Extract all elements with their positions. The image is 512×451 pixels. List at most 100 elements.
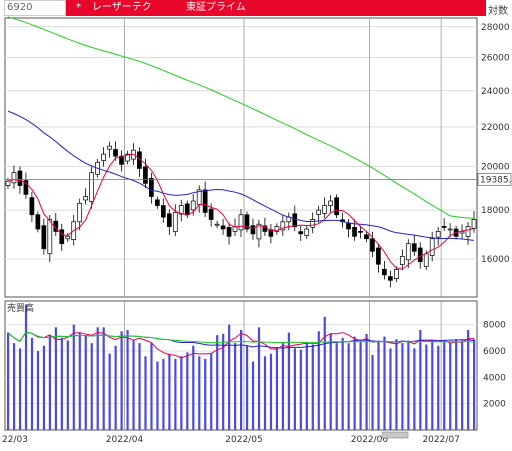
candle-body — [405, 243, 411, 261]
candle-body — [149, 178, 154, 197]
volume-bar — [36, 351, 40, 430]
volume-bar — [437, 345, 440, 430]
candle-body — [29, 197, 35, 216]
volume-bar — [6, 332, 10, 430]
candle-body — [393, 269, 399, 279]
volume-bar — [251, 361, 255, 430]
candle-body — [35, 214, 41, 230]
candle-body — [388, 276, 393, 281]
price-tick-label: 20000 — [481, 162, 510, 172]
volume-bar — [30, 337, 34, 430]
volume-bar — [186, 352, 189, 430]
candle-body — [65, 235, 71, 240]
volume-bar — [126, 329, 129, 430]
candle-body — [298, 231, 304, 235]
volume-bar — [461, 340, 464, 430]
volume-bar — [275, 347, 279, 430]
price-tick-label: 28000 — [481, 23, 510, 33]
candle-body — [322, 205, 327, 214]
candle-body — [238, 214, 244, 231]
price-tick-label: 16000 — [481, 255, 510, 265]
volume-bar — [419, 329, 422, 430]
candle-body — [334, 197, 339, 216]
volume-bar — [174, 358, 177, 430]
volume-bar — [66, 340, 69, 430]
candle-body — [382, 268, 387, 276]
volume-bar — [114, 345, 117, 430]
candle-body — [107, 145, 112, 150]
candle-body — [447, 228, 453, 231]
candle-body — [358, 230, 363, 233]
candle-body — [5, 180, 11, 186]
candle-body — [41, 225, 47, 250]
candle-body — [376, 247, 381, 265]
volume-bar — [234, 343, 237, 430]
candle-body — [166, 213, 172, 227]
x-tick-label: 2022/07 — [422, 435, 459, 445]
candle-body — [17, 170, 23, 186]
candle-body — [429, 238, 435, 256]
volume-bar — [443, 341, 446, 430]
candle-body — [160, 205, 166, 218]
candle-body — [399, 256, 405, 265]
volume-bar — [467, 329, 470, 430]
candle-body — [316, 209, 322, 215]
volume-bar — [455, 339, 458, 430]
volume-bar — [132, 340, 135, 430]
volume-bar — [90, 343, 93, 430]
volume-bar — [389, 348, 392, 430]
volume-bar — [18, 348, 22, 430]
volume-bar — [335, 343, 338, 430]
candle-body — [59, 229, 65, 245]
volume-bar — [371, 354, 374, 430]
volume-bar — [359, 341, 362, 430]
volume-bar — [210, 353, 213, 430]
candle-body — [220, 225, 226, 230]
candle-body — [304, 228, 310, 236]
volume-bar — [299, 349, 302, 430]
volume-bar — [305, 341, 308, 430]
volume-bar — [42, 345, 46, 430]
volume-bar — [204, 358, 207, 430]
volume-bar — [413, 348, 416, 430]
volume-bar — [198, 356, 201, 430]
candle-body — [214, 223, 220, 226]
candle-body — [310, 219, 316, 228]
volume-bar — [72, 324, 75, 430]
candle-body — [208, 208, 214, 220]
volume-bar — [245, 345, 249, 430]
candle-body — [441, 226, 447, 228]
candle-body — [184, 203, 190, 216]
candle-body — [364, 234, 369, 240]
candle-body — [89, 172, 94, 202]
price-tick-label: 18000 — [481, 206, 510, 216]
volume-bar — [395, 339, 398, 430]
candle-body — [292, 213, 298, 227]
volume-bar — [341, 337, 344, 430]
volume-bar — [48, 335, 52, 430]
price-volume-chart: 16000 18000 20000 22000 24000 26000 28000 2000 4… — [2, 16, 512, 445]
candle-body — [101, 153, 106, 161]
volume-bar — [311, 344, 314, 430]
x-tick-label: 2022/05 — [225, 435, 262, 445]
candle-body — [155, 199, 160, 206]
volume-bar — [377, 340, 380, 430]
volume-bar — [150, 343, 153, 430]
candle-body — [250, 225, 256, 235]
volume-panel-title: 売買高 — [7, 302, 34, 314]
candle-body — [77, 202, 83, 223]
volume-bar — [108, 353, 111, 430]
volume-bar — [156, 361, 159, 430]
volume-bar — [24, 304, 28, 430]
candle-body — [190, 200, 196, 211]
volume-bar — [317, 331, 320, 430]
volume-tick-label: 8000 — [483, 321, 506, 331]
volume-bar — [138, 343, 141, 430]
volume-bar — [281, 343, 285, 430]
candle-body — [423, 253, 429, 267]
volume-tick-label: 6000 — [483, 347, 506, 357]
volume-bar — [54, 327, 57, 430]
volume-bar — [401, 343, 404, 430]
volume-tick-label: 4000 — [483, 373, 506, 383]
candle-body — [417, 247, 423, 262]
